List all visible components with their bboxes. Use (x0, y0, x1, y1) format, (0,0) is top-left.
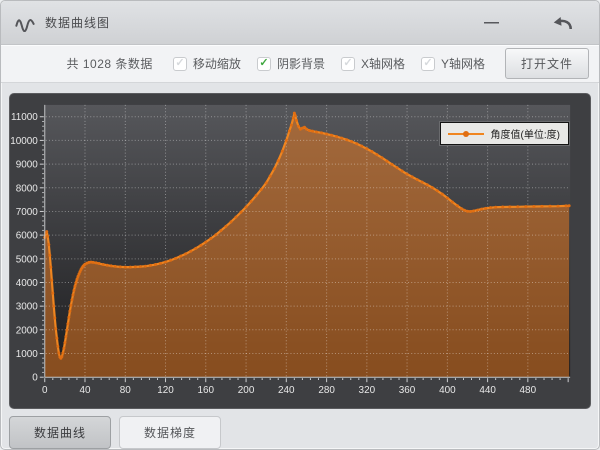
svg-text:480: 480 (520, 385, 537, 396)
legend-line-sample (448, 133, 484, 135)
app-window: 数据曲线图 — 共 1028 条数据 ✓ 移动缩放 ✓ 阴影背景 ✓ X轴网格 … (0, 0, 600, 450)
title-bar: 数据曲线图 — (1, 1, 599, 45)
window-title: 数据曲线图 (45, 14, 110, 31)
data-count-label: 共 1028 条数据 (67, 55, 153, 72)
checkbox-label: X轴网格 (361, 55, 405, 72)
svg-text:440: 440 (479, 385, 496, 396)
svg-text:240: 240 (278, 385, 295, 396)
checkbox-label: 阴影背景 (277, 55, 325, 72)
checkbox-label: 移动缩放 (193, 55, 241, 72)
svg-text:3000: 3000 (16, 302, 39, 313)
legend-label: 角度值(单位:度) (491, 126, 560, 141)
minimize-button[interactable]: — (484, 18, 499, 28)
checkbox-icon: ✓ (257, 57, 271, 71)
undo-back-button[interactable] (551, 14, 573, 32)
svg-text:360: 360 (399, 385, 416, 396)
svg-text:1000: 1000 (16, 349, 39, 360)
svg-text:8000: 8000 (16, 183, 39, 194)
svg-text:200: 200 (238, 385, 255, 396)
svg-text:160: 160 (197, 385, 214, 396)
tab-data-curve[interactable]: 数据曲线 (9, 416, 111, 449)
svg-text:320: 320 (359, 385, 376, 396)
svg-text:0: 0 (42, 385, 48, 396)
chart-panel: 0100020003000400050006000700080009000100… (9, 93, 591, 409)
checkbox-shadow-background[interactable]: ✓ 阴影背景 (257, 55, 325, 72)
toolbar: 共 1028 条数据 ✓ 移动缩放 ✓ 阴影背景 ✓ X轴网格 ✓ Y轴网格 打… (1, 45, 599, 83)
checkbox-icon: ✓ (341, 57, 355, 71)
legend-marker-dot (463, 131, 469, 137)
waveform-icon (15, 14, 35, 32)
svg-text:120: 120 (157, 385, 174, 396)
svg-text:40: 40 (79, 385, 91, 396)
svg-text:0: 0 (32, 373, 38, 384)
svg-text:11000: 11000 (11, 112, 38, 123)
svg-text:2000: 2000 (16, 325, 39, 336)
tab-bar: 数据曲线 数据梯度 (9, 416, 599, 449)
checkbox-pan-zoom[interactable]: ✓ 移动缩放 (173, 55, 241, 72)
svg-text:7000: 7000 (16, 207, 39, 218)
tab-data-gradient[interactable]: 数据梯度 (119, 416, 221, 449)
svg-text:5000: 5000 (16, 254, 39, 265)
svg-text:10000: 10000 (10, 136, 38, 147)
checkbox-icon: ✓ (173, 57, 187, 71)
checkbox-y-grid[interactable]: ✓ Y轴网格 (421, 55, 485, 72)
open-file-button[interactable]: 打开文件 (505, 48, 589, 79)
svg-text:400: 400 (439, 385, 456, 396)
svg-text:9000: 9000 (16, 160, 39, 171)
svg-text:80: 80 (120, 385, 132, 396)
svg-text:4000: 4000 (16, 278, 39, 289)
svg-text:280: 280 (318, 385, 335, 396)
svg-text:6000: 6000 (16, 231, 39, 242)
checkbox-icon: ✓ (421, 57, 435, 71)
checkbox-label: Y轴网格 (441, 55, 485, 72)
chart-legend: 角度值(单位:度) (440, 122, 569, 145)
checkbox-x-grid[interactable]: ✓ X轴网格 (341, 55, 405, 72)
undo-arrow-icon (551, 14, 573, 32)
